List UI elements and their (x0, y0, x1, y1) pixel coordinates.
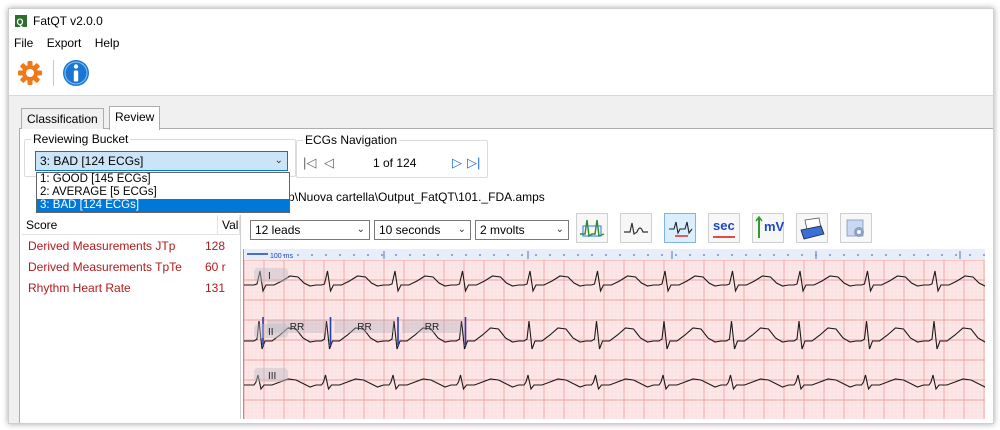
chevron-down-icon: ⌄ (274, 155, 283, 166)
bucket-dropdown-list: 1: GOOD [145 ECGs] 2: AVERAGE [5 ECGs] 3… (36, 172, 290, 213)
measurement-value: 60 r (205, 260, 226, 274)
rr-label: RR (425, 322, 439, 333)
tab-classification[interactable]: Classification (21, 108, 104, 129)
ecg-position: 1 of 124 (373, 156, 417, 170)
toolbar-separator (53, 60, 54, 86)
rr-label: RR (290, 322, 304, 333)
duration-select[interactable]: 10 seconds ⌄ (374, 220, 471, 240)
last-ecg-icon[interactable]: ▷| (467, 155, 480, 171)
measurement-name: Derived Measurements JTp (28, 239, 176, 253)
measurements-list: Score Val Derived Measurements JTp 128 D… (22, 215, 241, 419)
wave-button[interactable] (620, 213, 652, 243)
column-header-score[interactable]: Score (22, 215, 218, 235)
bucket-option-average[interactable]: 2: AVERAGE [5 ECGs] (37, 186, 289, 199)
reviewing-bucket-label: Reviewing Bucket (31, 132, 131, 146)
window-title: FatQT v2.0.0 (33, 14, 103, 28)
lead-label: I (268, 271, 271, 282)
heartbeat-marker-icon (580, 219, 605, 238)
app-logo-icon: Q (15, 15, 27, 27)
file-path: p\Nuova cartella\Output_FatQT\101._FDA.a… (288, 190, 545, 204)
print-icon (800, 217, 825, 240)
beat-caliper-button[interactable] (664, 213, 696, 243)
bucket-select[interactable]: 3: BAD [124 ECGs] ⌄ (35, 151, 288, 171)
duration-select-value: 10 seconds (379, 223, 441, 237)
main-toolbar (9, 53, 993, 96)
amplitude-select-value: 2 mvolts (480, 223, 525, 237)
amplitude-select[interactable]: 2 mvolts ⌄ (475, 220, 569, 240)
lead-label: III (268, 371, 276, 382)
first-ecg-icon[interactable]: |◁ (303, 155, 316, 171)
scale-label: 100 ms (270, 253, 293, 260)
leads-select-value: 12 leads (255, 223, 301, 237)
print-button[interactable] (796, 213, 828, 243)
ecg-grid: 100 ms RR RR RR IIIIII (244, 249, 985, 419)
gear-icon[interactable] (15, 58, 45, 88)
chevron-down-icon: ⌄ (555, 224, 564, 235)
next-ecg-icon[interactable]: ▷ (452, 155, 462, 171)
rr-label: RR (357, 322, 371, 333)
ecg-chart[interactable]: 100 ms RR RR RR I II III (243, 249, 985, 419)
bucket-option-good[interactable]: 1: GOOD [145 ECGs] (37, 173, 289, 186)
tab-review[interactable]: Review (109, 106, 161, 130)
mv-button[interactable]: mV (752, 213, 784, 243)
measurement-value: 128 (205, 239, 226, 253)
menu-export[interactable]: Export (42, 33, 87, 50)
svg-text:Q: Q (17, 17, 24, 27)
measurement-name: Derived Measurements TpTe (28, 260, 182, 274)
sec-button[interactable]: sec (708, 213, 740, 243)
bucket-option-bad[interactable]: 3: BAD [124 ECGs] (37, 199, 289, 212)
mv-label: mV (764, 219, 785, 234)
leads-select[interactable]: 12 leads ⌄ (250, 220, 370, 240)
wave-icon (624, 222, 648, 236)
ecg-navigation-label: ECGs Navigation (303, 133, 400, 147)
sec-icon (713, 236, 735, 238)
title-bar: Q FatQT v2.0.0 (9, 9, 993, 33)
lead-label: II (268, 327, 274, 338)
bucket-select-value: 3: BAD [124 ECGs] (40, 154, 144, 168)
measurement-name: Rhythm Heart Rate (28, 281, 131, 295)
menu-help[interactable]: Help (90, 33, 125, 50)
measurement-value: 131 (205, 281, 226, 295)
settings-icon (846, 219, 864, 237)
heartbeat-marker-button[interactable] (576, 213, 608, 243)
menu-bar: File Export Help (9, 33, 993, 53)
chevron-down-icon: ⌄ (457, 224, 466, 235)
previous-ecg-icon[interactable]: ◁ (324, 155, 334, 171)
settings-button[interactable] (840, 213, 872, 243)
column-header-value[interactable]: Val (218, 215, 240, 235)
lead-label-box (254, 268, 288, 282)
chevron-down-icon: ⌄ (356, 224, 365, 235)
beat-caliper-icon (669, 221, 693, 237)
info-icon[interactable] (61, 58, 91, 88)
menu-file[interactable]: File (9, 33, 38, 50)
